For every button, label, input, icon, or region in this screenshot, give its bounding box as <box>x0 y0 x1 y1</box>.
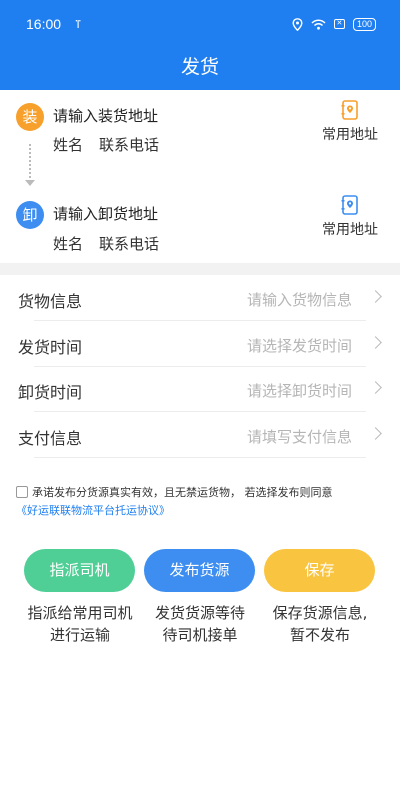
assign-driver-button[interactable]: 指派司机 <box>24 549 135 592</box>
unload-contact[interactable]: 姓名 联系电话 <box>53 233 159 254</box>
save-desc-line1: 保存货源信息, <box>272 604 368 622</box>
unload-common-label: 常用地址 <box>322 222 378 238</box>
chevron-right-icon <box>369 290 382 303</box>
section-divider <box>0 263 400 275</box>
form-row-label: 卸货时间 <box>18 383 83 402</box>
unload-phone-label: 联系电话 <box>99 235 160 253</box>
publish-cargo-button[interactable]: 发布货源 <box>144 549 255 592</box>
assign-driver-desc-line2: 进行运输 <box>49 626 110 644</box>
chevron-right-icon <box>369 427 382 440</box>
publish-cargo-desc-line2: 待司机接单 <box>162 626 238 644</box>
form-row-placeholder: 请选择发货时间 <box>246 337 352 355</box>
assign-driver-description: 指派给常用司机 进行运输 <box>20 602 140 646</box>
save-desc-line2: 暂不发布 <box>289 626 350 644</box>
usb-icon: ⴶ <box>75 17 82 31</box>
form-row-placeholder: 请填写支付信息 <box>246 428 352 446</box>
app-header: 16:00 ⴶ ✕ 100 发货 <box>0 0 400 90</box>
form-row-placeholder: 请输入货物信息 <box>246 291 352 309</box>
address-book-icon <box>341 195 358 215</box>
status-time: 16:00 <box>26 16 62 32</box>
address-book-icon <box>341 100 358 120</box>
route-arrow-icon <box>25 180 35 186</box>
agreement-text: 承诺发布分货源真实有效，且无禁运货物， 若选择发布则同意 <box>32 486 333 499</box>
agreement-link[interactable]: 《好运联联物流平台托运协议》 <box>16 504 170 517</box>
sim-icon: ✕ <box>333 19 345 29</box>
row-divider <box>34 457 366 458</box>
form-row-label: 发货时间 <box>18 338 83 357</box>
page-title: 发货 <box>180 56 219 78</box>
agreement: 承诺发布分货源真实有效，且无禁运货物， 若选择发布则同意 《好运联联物流平台托运… <box>16 484 386 520</box>
battery-icon: 100 <box>352 17 376 31</box>
chevron-right-icon <box>369 336 382 349</box>
form-row-placeholder: 请选择卸货时间 <box>246 382 352 400</box>
form-row-goods[interactable]: 货物信息 请输入货物信息 <box>0 275 400 321</box>
publish-cargo-description: 发货货源等待 待司机接单 <box>140 602 260 646</box>
load-address-section[interactable]: 装 请输入装货地址 姓名 联系电话 常用地址 <box>0 100 400 170</box>
unload-address-section[interactable]: 卸 请输入卸货地址 姓名 联系电话 常用地址 <box>0 195 400 268</box>
form-row-label: 货物信息 <box>18 292 83 311</box>
load-phone-label: 联系电话 <box>99 136 160 154</box>
save-button[interactable]: 保存 <box>264 549 375 592</box>
form-row-label: 支付信息 <box>18 429 83 448</box>
unload-badge: 卸 <box>16 201 44 229</box>
agreement-checkbox[interactable] <box>16 486 28 498</box>
status-icons: ✕ 100 <box>292 17 376 31</box>
load-badge: 装 <box>16 103 44 131</box>
save-description: 保存货源信息, 暂不发布 <box>260 602 380 646</box>
unload-common-address-button[interactable]: 常用地址 <box>318 195 382 239</box>
form-row-ship-time[interactable]: 发货时间 请选择发货时间 <box>0 321 400 367</box>
location-icon <box>292 17 303 31</box>
form-row-payment[interactable]: 支付信息 请填写支付信息 <box>0 412 400 458</box>
unload-address-input[interactable]: 请输入卸货地址 <box>53 203 158 224</box>
load-contact[interactable]: 姓名 联系电话 <box>53 134 159 155</box>
load-common-label: 常用地址 <box>322 127 378 143</box>
route-connector <box>29 144 31 182</box>
status-bar: 16:00 ⴶ ✕ 100 <box>26 14 376 34</box>
publish-cargo-desc-line1: 发货货源等待 <box>154 604 245 622</box>
load-name-label: 姓名 <box>53 136 84 154</box>
unload-name-label: 姓名 <box>53 235 84 253</box>
form-row-unload-time[interactable]: 卸货时间 请选择卸货时间 <box>0 366 400 412</box>
assign-driver-desc-line1: 指派给常用司机 <box>27 604 133 622</box>
load-common-address-button[interactable]: 常用地址 <box>318 100 382 144</box>
wifi-icon <box>311 18 326 30</box>
chevron-right-icon <box>369 381 382 394</box>
load-address-input[interactable]: 请输入装货地址 <box>53 105 158 126</box>
